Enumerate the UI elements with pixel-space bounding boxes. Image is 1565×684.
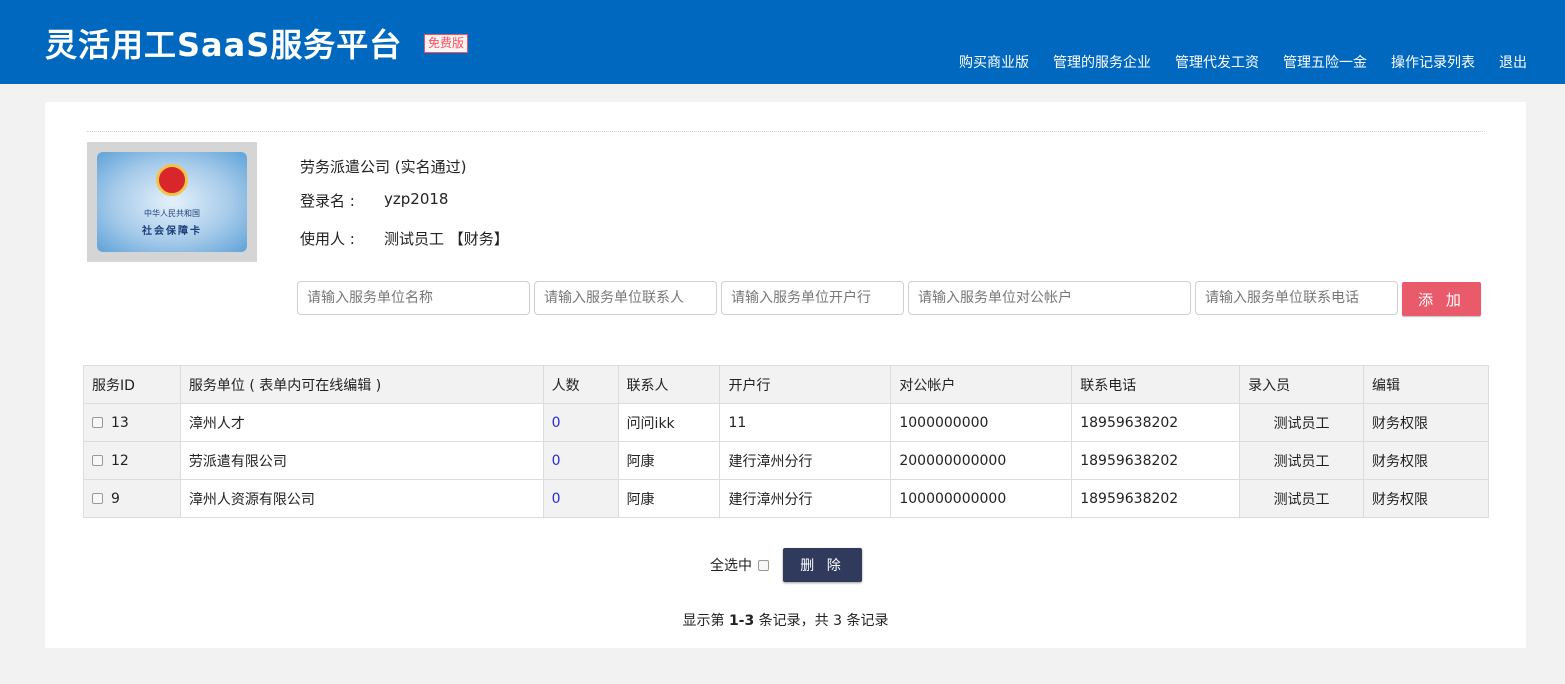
cell-bank[interactable]: 建行漳州分行 (719, 479, 892, 518)
table-row: 12 劳派遣有限公司 0 阿康 建行漳州分行 200000000000 1895… (83, 441, 1489, 480)
unit-bank-input[interactable] (721, 281, 904, 315)
cell-operator: 测试员工 (1239, 441, 1365, 480)
col-header-id: 服务ID (83, 365, 181, 404)
cell-phone[interactable]: 18959638202 (1071, 441, 1241, 480)
row-id: 9 (111, 490, 120, 507)
cell-operator: 测试员工 (1239, 479, 1365, 518)
top-nav: 购买商业版 管理的服务企业 管理代发工资 管理五险一金 操作记录列表 退出 (959, 52, 1527, 72)
col-header-operator: 录入员 (1239, 365, 1365, 404)
nav-social-insurance[interactable]: 管理五险一金 (1283, 52, 1367, 72)
row-checkbox[interactable] (92, 492, 103, 504)
divider (87, 131, 1485, 132)
login-value: yzp2018 (384, 190, 449, 208)
table-header-row: 服务ID 服务单位 ( 表单内可在线编辑 ) 人数 联系人 开户行 对公帐户 联… (83, 365, 1489, 404)
cell-bank[interactable]: 11 (719, 403, 892, 442)
table-row: 9 漳州人资源有限公司 0 阿康 建行漳州分行 100000000000 189… (83, 479, 1489, 518)
cell-operator: 测试员工 (1239, 403, 1365, 442)
row-id: 12 (111, 452, 129, 469)
col-header-bank: 开户行 (719, 365, 892, 404)
user-label: 使用人 : (300, 230, 355, 248)
table-row: 13 漳州人才 0 问问ikk 11 1000000000 1895963820… (83, 403, 1489, 442)
cell-contact[interactable]: 阿康 (617, 479, 721, 518)
nav-payroll[interactable]: 管理代发工资 (1175, 52, 1259, 72)
pagination-summary: 显示第 1-3 条记录，共 3 条记录 (45, 610, 1526, 630)
cell-unit[interactable]: 劳派遣有限公司 (179, 441, 544, 480)
cell-account[interactable]: 200000000000 (890, 441, 1073, 480)
unit-name-input[interactable] (297, 281, 530, 315)
unit-contact-input[interactable] (534, 281, 717, 315)
login-row: 登录名 : yzp2018 (300, 190, 448, 211)
cell-count[interactable]: 0 (542, 479, 619, 518)
free-edition-badge: 免费版 (424, 34, 469, 53)
bulk-actions: 全选中 删 除 (710, 548, 862, 582)
card-graphic: 中华人民共和国 社会保障卡 (97, 152, 247, 252)
main-panel: 中华人民共和国 社会保障卡 劳务派遣公司 (实名通过) 登录名 : yzp201… (45, 102, 1526, 648)
company-name: 劳务派遣公司 (实名通过) (300, 158, 467, 176)
social-security-card-image: 中华人民共和国 社会保障卡 (87, 142, 257, 262)
service-unit-table: 服务ID 服务单位 ( 表单内可在线编辑 ) 人数 联系人 开户行 对公帐户 联… (83, 365, 1489, 518)
col-header-phone: 联系电话 (1071, 365, 1241, 404)
app-title: 灵活用工SaaS服务平台 (45, 26, 403, 64)
top-header: 灵活用工SaaS服务平台 免费版 购买商业版 管理的服务企业 管理代发工资 管理… (0, 0, 1565, 84)
cell-id: 9 (83, 479, 181, 518)
cell-account[interactable]: 100000000000 (890, 479, 1073, 518)
cell-contact[interactable]: 阿康 (617, 441, 721, 480)
cell-account[interactable]: 1000000000 (890, 403, 1073, 442)
cell-unit[interactable]: 漳州人才 (179, 403, 544, 442)
nav-operation-log[interactable]: 操作记录列表 (1391, 52, 1475, 72)
cell-contact[interactable]: 问问ikk (617, 403, 721, 442)
col-header-contact: 联系人 (617, 365, 721, 404)
col-header-count: 人数 (542, 365, 619, 404)
national-emblem-icon (156, 164, 188, 196)
nav-logout[interactable]: 退出 (1499, 52, 1527, 72)
user-row: 使用人 : 测试员工 【财务】 (300, 228, 509, 249)
select-all-label: 全选中 (710, 558, 752, 574)
pager-middle: 条记录，共 (754, 613, 834, 629)
card-type-text: 社会保障卡 (142, 226, 202, 237)
cell-phone[interactable]: 18959638202 (1071, 479, 1241, 518)
pager-suffix: 条记录 (842, 613, 889, 629)
pager-total: 3 (833, 613, 843, 629)
delete-button[interactable]: 删 除 (783, 548, 862, 582)
cell-id: 12 (83, 441, 181, 480)
user-value: 测试员工 【财务】 (384, 230, 509, 248)
row-id: 13 (111, 414, 129, 431)
row-checkbox[interactable] (92, 416, 103, 428)
cell-count[interactable]: 0 (542, 441, 619, 480)
cell-edit[interactable]: 财务权限 (1363, 441, 1489, 480)
select-all-checkbox[interactable] (758, 559, 769, 571)
cell-id: 13 (83, 403, 181, 442)
card-issuer-text: 中华人民共和国 (144, 209, 200, 218)
pager-prefix: 显示第 (682, 613, 729, 629)
pager-range: 1-3 (728, 613, 755, 629)
col-header-account: 对公帐户 (890, 365, 1073, 404)
login-label: 登录名 : (300, 192, 355, 210)
cell-edit[interactable]: 财务权限 (1363, 479, 1489, 518)
cell-phone[interactable]: 18959638202 (1071, 403, 1241, 442)
nav-managed-companies[interactable]: 管理的服务企业 (1053, 52, 1151, 72)
unit-account-input[interactable] (908, 281, 1191, 315)
add-button[interactable]: 添 加 (1402, 282, 1481, 316)
col-header-unit: 服务单位 ( 表单内可在线编辑 ) (179, 365, 544, 404)
nav-buy-commercial[interactable]: 购买商业版 (959, 52, 1029, 72)
col-header-edit: 编辑 (1363, 365, 1489, 404)
row-checkbox[interactable] (92, 454, 103, 466)
cell-count[interactable]: 0 (542, 403, 619, 442)
cell-edit[interactable]: 财务权限 (1363, 403, 1489, 442)
unit-phone-input[interactable] (1195, 281, 1398, 315)
cell-unit[interactable]: 漳州人资源有限公司 (179, 479, 544, 518)
cell-bank[interactable]: 建行漳州分行 (719, 441, 892, 480)
